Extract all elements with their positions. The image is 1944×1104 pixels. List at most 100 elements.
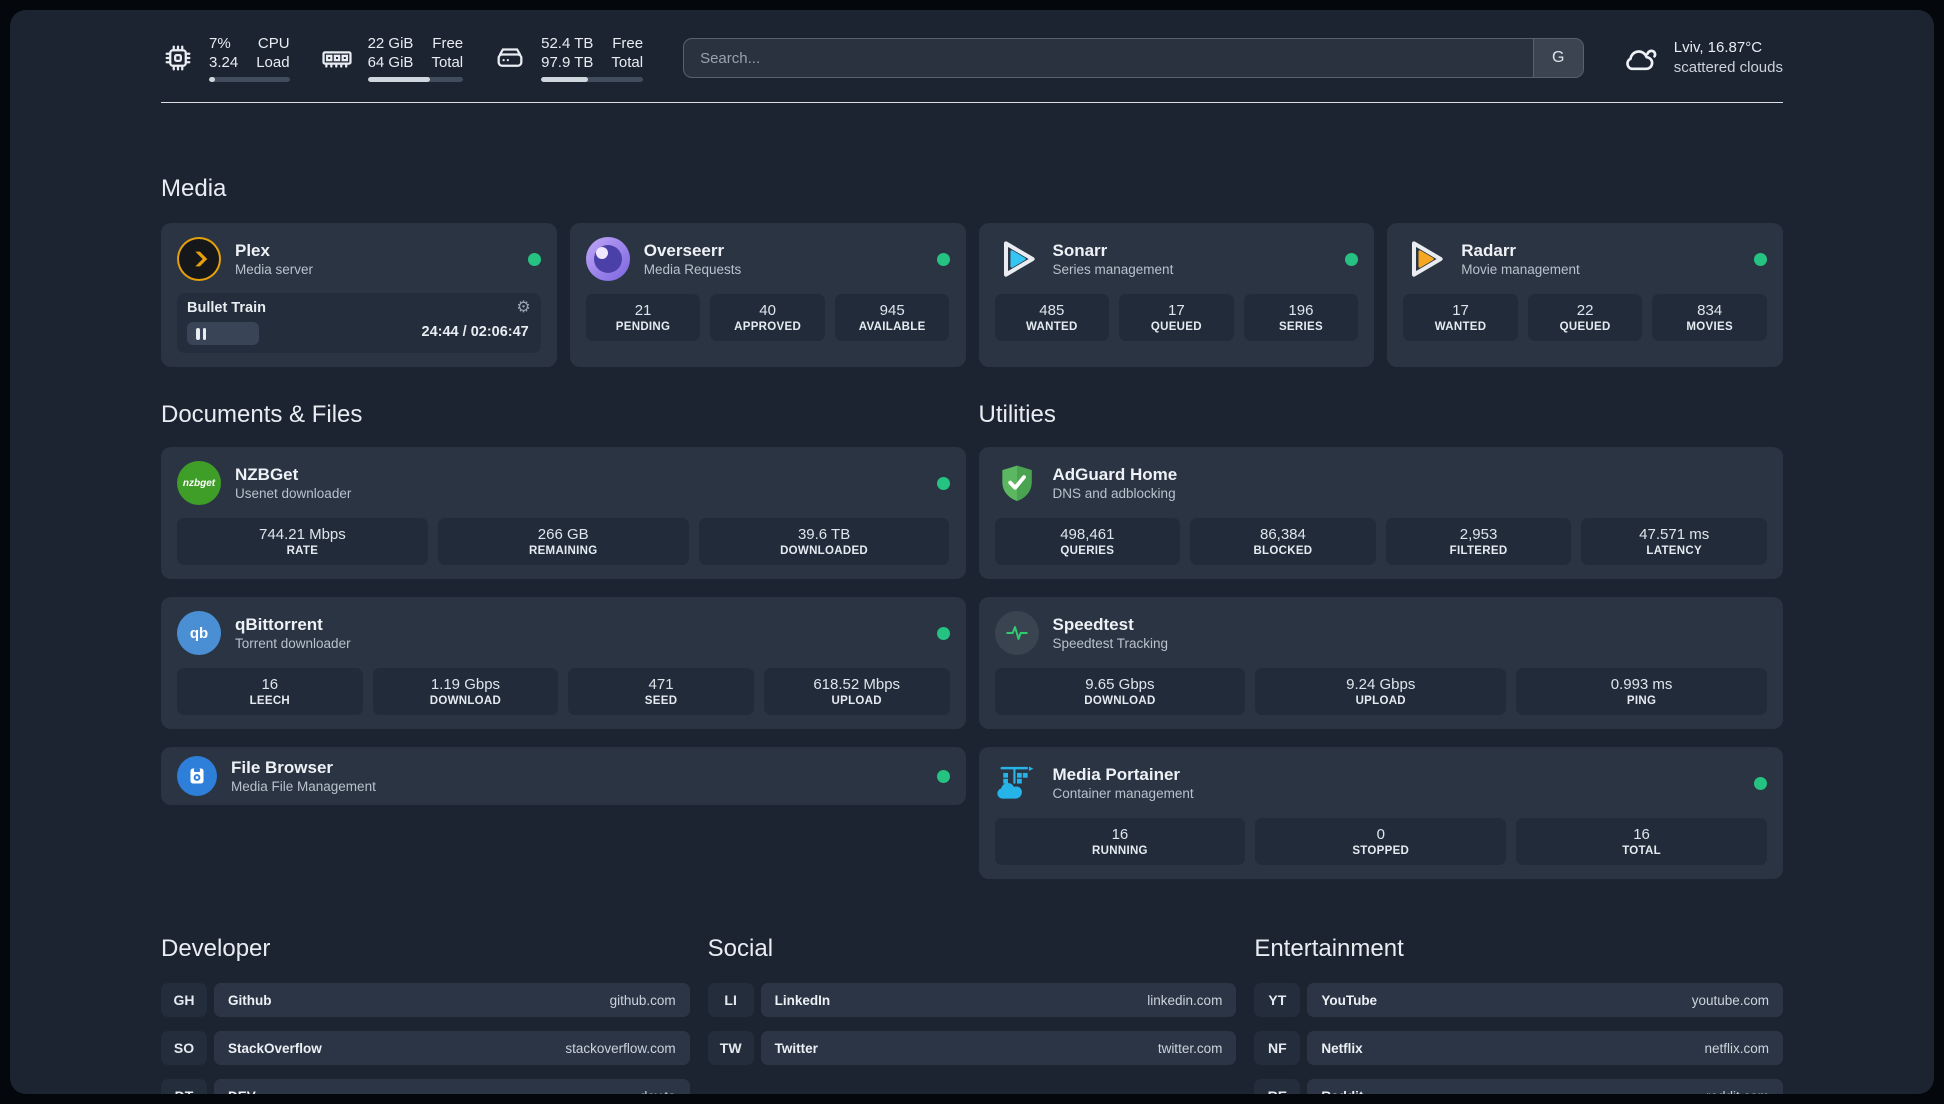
search-bar: G	[683, 38, 1584, 78]
stat-tile: 0.993 ms PING	[1516, 668, 1767, 715]
cpu-stat: 7% 3.24 CPU Load	[161, 34, 290, 82]
bookmark-url: reddit.com	[1706, 1089, 1769, 1095]
card-nzbget[interactable]: nzbget NZBGet Usenet downloader 744.21 M…	[161, 447, 966, 579]
radarr-status-dot	[1754, 252, 1767, 266]
filebrowser-icon	[177, 756, 217, 796]
section-title-documents: Documents & Files	[161, 401, 363, 428]
cpu-icon	[165, 45, 191, 71]
stat-tile: 16 TOTAL	[1516, 818, 1767, 865]
bookmark-reddit[interactable]: RE Reddit reddit.com	[1254, 1079, 1783, 1094]
nzbget-title: NZBGet	[235, 465, 299, 484]
bookmark-url: stackoverflow.com	[565, 1040, 676, 1056]
bookmark-linkedin[interactable]: LI LinkedIn linkedin.com	[707, 983, 1237, 1017]
stat-tile: 22 QUEUED	[1527, 294, 1643, 341]
adguard-title: AdGuard Home	[1052, 465, 1178, 484]
cpu-progress-fill	[209, 77, 216, 82]
adguard-subtitle: DNS and adblocking	[1052, 486, 1176, 501]
dashboard: 7% 3.24 CPU Load 22 GiB 64 GiB Free Tota…	[10, 10, 1934, 1094]
bookmark-name: Twitter	[774, 1040, 818, 1056]
filebrowser-title: File Browser	[231, 758, 334, 777]
card-filebrowser[interactable]: File Browser Media File Management	[161, 747, 966, 805]
disk-icon	[497, 48, 523, 67]
cpu-percent: 7%	[209, 35, 231, 52]
stat-tile: 16 RUNNING	[994, 818, 1246, 865]
card-portainer[interactable]: Media Portainer Container management 16 R…	[978, 747, 1783, 879]
card-qbittorrent[interactable]: qb qBittorrent Torrent downloader 16 LEEC…	[161, 597, 966, 729]
bookmark-abbr: SO	[161, 1031, 207, 1065]
plex-title: Plex	[235, 241, 270, 260]
now-playing-title: Bullet Train	[187, 300, 266, 316]
nzbget-icon: nzbget	[177, 461, 221, 505]
bookmark-abbr: TW	[707, 1031, 754, 1065]
card-overseerr[interactable]: Overseerr Media Requests 21 PENDING 40 APP…	[569, 223, 966, 367]
radarr-icon	[1403, 237, 1447, 281]
stat-tile: 1.19 Gbps DOWNLOAD	[372, 668, 559, 715]
bookmark-github[interactable]: GH Github github.com	[161, 983, 690, 1017]
filebrowser-subtitle: Media File Management	[231, 779, 376, 794]
stat-tile: 618.52 Mbps UPLOAD	[763, 668, 950, 715]
speedtest-title: Speedtest	[1052, 615, 1134, 634]
sonarr-icon	[995, 237, 1039, 281]
section-title-utilities: Utilities	[978, 401, 1056, 428]
bookmark-url: twitter.com	[1157, 1040, 1223, 1056]
system-stats: 7% 3.24 CPU Load 22 GiB 64 GiB Free Tota…	[161, 34, 644, 82]
stat-tile: 744.21 Mbps RATE	[177, 518, 428, 565]
sonarr-subtitle: Series management	[1052, 262, 1174, 277]
stat-tile: 17 WANTED	[1403, 294, 1518, 341]
memory-free-value: 22 GiB	[367, 35, 414, 52]
stat-tile: 196 SERIES	[1243, 294, 1359, 341]
pause-icon[interactable]	[196, 327, 206, 340]
bookmark-abbr: GH	[161, 983, 207, 1017]
search-engine-button[interactable]: G	[1532, 39, 1583, 77]
disk-progress-fill	[541, 77, 589, 82]
radarr-subtitle: Movie management	[1461, 262, 1580, 277]
section-title-social: Social	[707, 935, 774, 962]
bookmark-twitter[interactable]: TW Twitter twitter.com	[707, 1031, 1237, 1065]
stat-tile: 17 QUEUED	[1119, 294, 1234, 341]
card-speedtest[interactable]: Speedtest Speedtest Tracking 9.65 Gbps DO…	[978, 597, 1783, 729]
bookmark-stackoverflow[interactable]: SO StackOverflow stackoverflow.com	[161, 1031, 690, 1065]
portainer-status-dot	[1754, 776, 1767, 790]
stat-tile: 485 WANTED	[994, 294, 1110, 341]
search-input[interactable]	[684, 39, 1533, 77]
player-progress-bar[interactable]: 24:44 / 02:06:47	[187, 322, 531, 345]
bookmark-name: DEV	[228, 1089, 256, 1095]
qbittorrent-icon: qb	[177, 611, 221, 655]
card-sonarr[interactable]: Sonarr Series management 485 WANTED 17 QUE…	[978, 223, 1375, 367]
adguard-icon	[995, 461, 1039, 505]
stat-tile: 0 STOPPED	[1255, 818, 1507, 865]
player-settings-icon[interactable]: ⚙	[516, 300, 530, 316]
speedtest-icon	[994, 611, 1039, 655]
card-plex[interactable]: Plex Media server Bullet Train ⚙ 24:44 /…	[161, 223, 557, 367]
stat-tile: 471 SEED	[568, 668, 754, 715]
weather-widget[interactable]: Lviv, 16.87°C scattered clouds	[1620, 38, 1783, 78]
sonarr-status-dot	[1345, 252, 1359, 266]
bookmark-name: StackOverflow	[228, 1040, 322, 1056]
stat-tile: 16 LEECH	[177, 668, 363, 715]
cpu-load-label: Load	[256, 54, 290, 71]
cpu-label: CPU	[257, 35, 290, 52]
weather-condition: scattered clouds	[1673, 59, 1783, 76]
stat-tile: 266 GB REMAINING	[437, 518, 689, 565]
player-progress-fill	[187, 322, 260, 345]
plex-subtitle: Media server	[235, 262, 314, 277]
bookmark-netflix[interactable]: NF Netflix netflix.com	[1254, 1031, 1783, 1065]
qbittorrent-status-dot	[936, 626, 950, 640]
bookmark-name: Netflix	[1321, 1040, 1363, 1056]
card-radarr[interactable]: Radarr Movie management 17 WANTED 22 QUEUE…	[1387, 223, 1783, 367]
sonarr-title: Sonarr	[1052, 241, 1108, 260]
stat-tile: 47.571 ms LATENCY	[1581, 518, 1767, 565]
cpu-load-value: 3.24	[209, 54, 239, 71]
bookmark-abbr: YT	[1254, 983, 1301, 1017]
player-time: 24:44 / 02:06:47	[421, 324, 529, 340]
bookmark-dev[interactable]: DT DEV dev.to	[161, 1079, 690, 1094]
memory-total-label: Total	[431, 54, 464, 71]
stat-tile: 834 MOVIES	[1652, 294, 1767, 341]
bookmark-abbr: RE	[1254, 1079, 1301, 1094]
card-adguard[interactable]: AdGuard Home DNS and adblocking 498,461 Q…	[978, 447, 1783, 579]
cpu-progress-track	[209, 77, 290, 82]
stat-tile: 498,461 QUERIES	[994, 518, 1181, 565]
bookmark-youtube[interactable]: YT YouTube youtube.com	[1254, 983, 1783, 1017]
memory-progress-track	[367, 77, 464, 82]
memory-progress-fill	[367, 77, 430, 82]
